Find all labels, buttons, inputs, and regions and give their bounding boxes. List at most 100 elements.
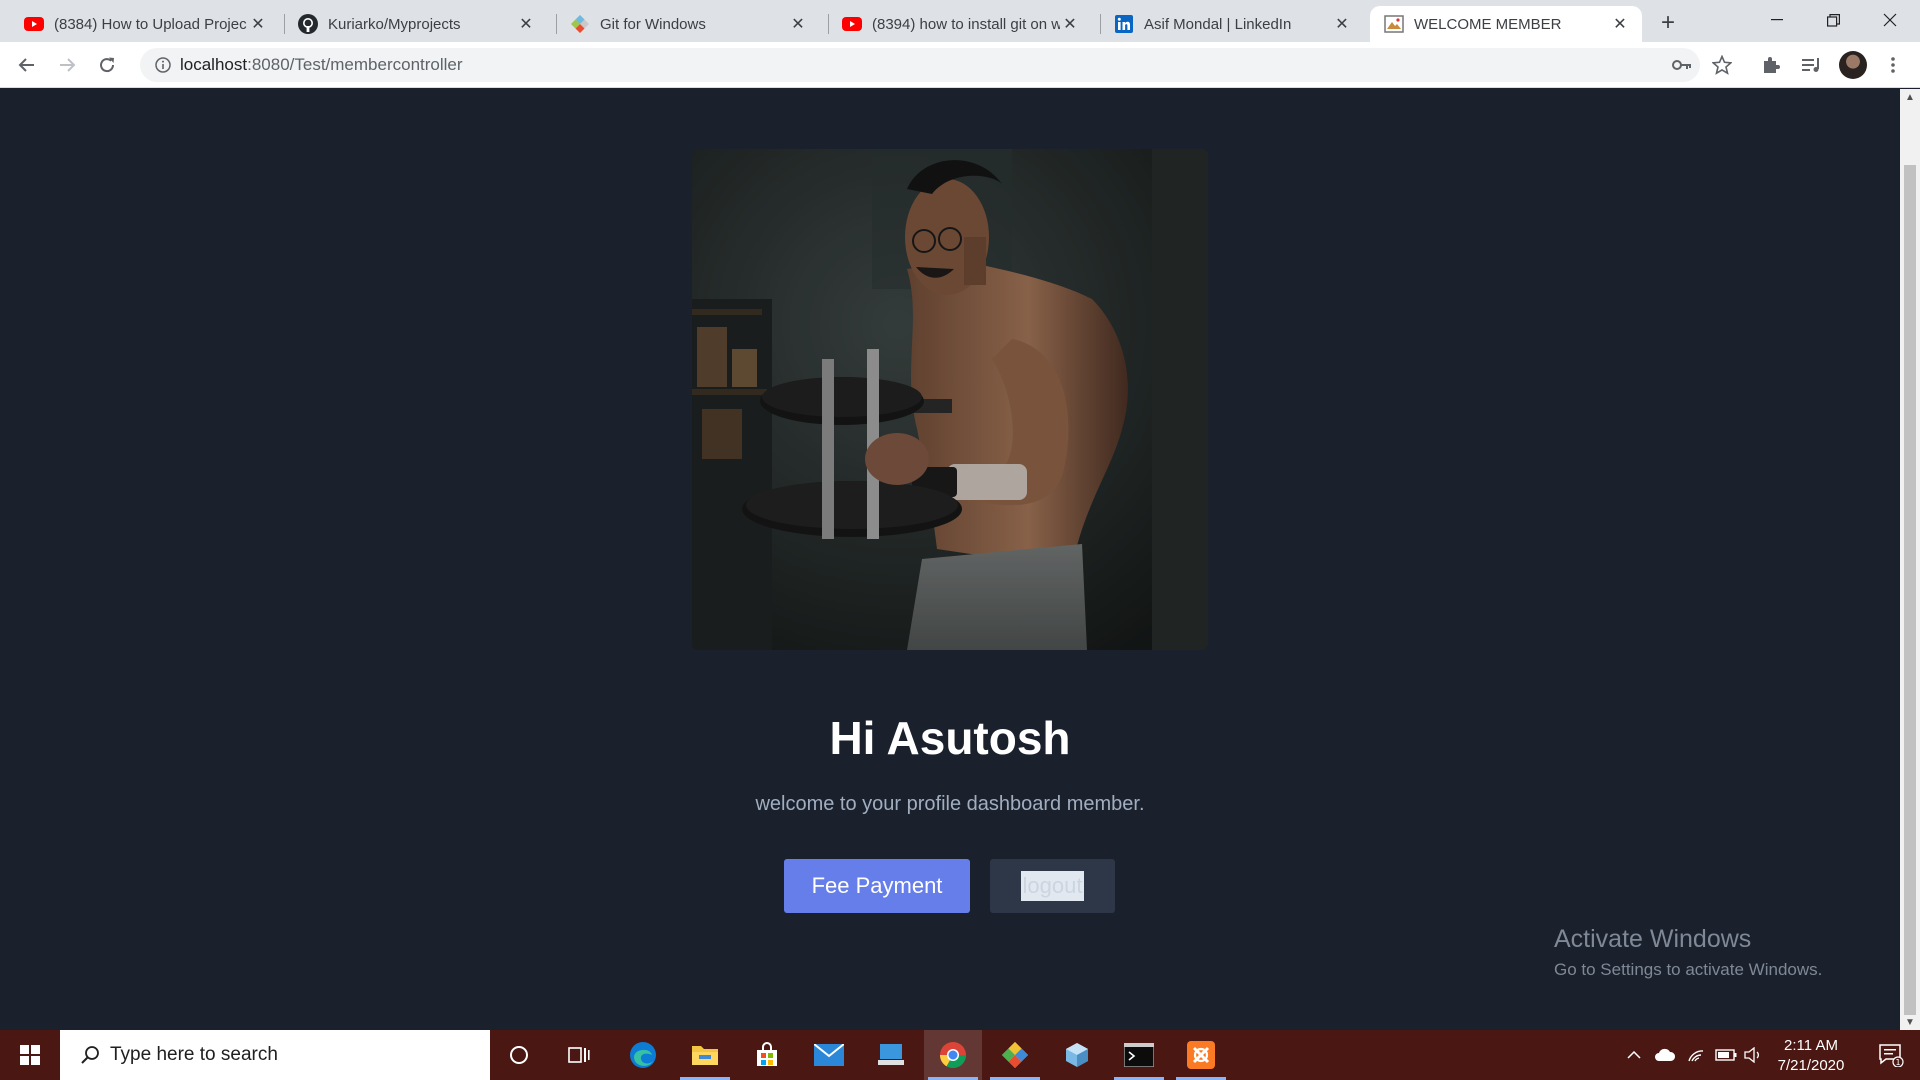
extensions-button[interactable] (1754, 48, 1788, 82)
fee-payment-button[interactable]: Fee Payment (784, 859, 970, 913)
close-tab-icon[interactable]: ✕ (248, 14, 268, 34)
start-button[interactable] (0, 1030, 60, 1080)
tab-welcome-member[interactable]: WELCOME MEMBER ✕ (1370, 6, 1642, 42)
volume-button[interactable] (1740, 1030, 1766, 1080)
cube-icon (1066, 1043, 1088, 1067)
taskbar-search-box[interactable]: Type here to search (60, 1030, 490, 1080)
battery-button[interactable] (1712, 1030, 1740, 1080)
profile-button[interactable] (1836, 48, 1870, 82)
forward-button[interactable] (50, 48, 84, 82)
watermark-title: Activate Windows (1554, 925, 1752, 953)
search-placeholder: Type here to search (110, 1044, 278, 1065)
clock-time: 2:11 AM (1784, 1037, 1838, 1054)
minimize-button[interactable] (1749, 0, 1805, 40)
github-icon (298, 14, 318, 34)
bookmark-star-button[interactable] (1705, 48, 1739, 82)
logout-label: logout (1020, 871, 1085, 901)
puzzle-icon (1764, 57, 1780, 73)
youtube-icon (842, 14, 862, 34)
tab-youtube-install-git[interactable]: (8394) how to install git on w ✕ (818, 6, 1092, 42)
close-tab-icon[interactable]: ✕ (516, 14, 536, 34)
youtube-icon (24, 14, 44, 34)
terminal-icon (1124, 1043, 1154, 1067)
page-icon (1384, 14, 1404, 34)
wifi-icon (1688, 1050, 1704, 1062)
close-tab-icon[interactable]: ✕ (788, 14, 808, 34)
restore-button[interactable] (1805, 0, 1861, 40)
tab-git-for-windows[interactable]: Git for Windows ✕ (546, 6, 820, 42)
chrome-button[interactable] (924, 1030, 982, 1080)
scroll-down-arrow-icon[interactable]: ▼ (1900, 1014, 1920, 1030)
xampp-icon (1187, 1041, 1215, 1069)
playlist-icon (1802, 58, 1819, 72)
cloud-icon (1655, 1048, 1676, 1061)
browser-tab-strip: (8384) How to Upload Projec ✕ Kuriarko/M… (0, 0, 1920, 42)
tab-linkedin[interactable]: Asif Mondal | LinkedIn ✕ (1090, 6, 1364, 42)
chrome-icon (939, 1042, 967, 1069)
notification-icon: 1 (1879, 1044, 1904, 1067)
member-dashboard-page: Hi Asutosh welcome to your profile dashb… (0, 89, 1900, 1030)
tab-title: (8394) how to install git on w (872, 15, 1060, 33)
back-button[interactable] (10, 48, 44, 82)
onedrive-button[interactable] (1650, 1030, 1680, 1080)
kebab-menu-icon (1891, 57, 1895, 73)
notification-count: 1 (1895, 1058, 1900, 1067)
edge-icon (630, 1042, 656, 1068)
speaker-icon (1744, 1047, 1759, 1063)
reload-icon (100, 57, 115, 73)
battery-icon (1715, 1049, 1737, 1061)
windows-taskbar: Type here to search 2:11 AM 7/21/2020 1 (0, 1030, 1920, 1080)
new-tab-button[interactable]: + (1654, 9, 1682, 37)
tab-title: (8384) How to Upload Projec (54, 15, 247, 33)
avatar (1839, 51, 1867, 79)
network-button[interactable] (1682, 1030, 1710, 1080)
action-center-button[interactable]: 1 (1866, 1030, 1916, 1080)
watermark-subtitle: Go to Settings to activate Windows. (1554, 960, 1823, 979)
tab-title: Kuriarko/Myprojects (328, 15, 461, 33)
cortana-button[interactable] (490, 1030, 548, 1080)
close-window-button[interactable] (1862, 0, 1918, 40)
media-controls-button[interactable] (1795, 48, 1829, 82)
edge-browser-button[interactable] (614, 1030, 672, 1080)
windows-logo-icon (20, 1045, 40, 1065)
gym-workout-photo (692, 149, 1208, 650)
greeting-heading: Hi Asutosh (829, 712, 1071, 764)
git-gui-icon (1002, 1042, 1028, 1068)
star-icon (1712, 55, 1732, 75)
info-icon[interactable] (146, 57, 180, 73)
back-arrow-icon (18, 58, 34, 72)
remote-desktop-button[interactable] (862, 1030, 920, 1080)
monitor-icon (878, 1044, 904, 1065)
xampp-button[interactable] (1172, 1030, 1230, 1080)
close-tab-icon[interactable]: ✕ (1610, 14, 1630, 34)
password-key-button[interactable] (1665, 48, 1699, 82)
close-tab-icon[interactable]: ✕ (1060, 14, 1080, 34)
browser-menu-button[interactable] (1876, 48, 1910, 82)
welcome-subtitle: welcome to your profile dashboard member… (755, 793, 1145, 815)
key-icon (1672, 60, 1691, 70)
tab-youtube-upload[interactable]: (8384) How to Upload Projec ✕ (0, 6, 280, 42)
page-scrollbar[interactable]: ▲ ▼ (1900, 89, 1920, 1030)
task-view-button[interactable] (550, 1030, 608, 1080)
close-tab-icon[interactable]: ✕ (1332, 14, 1352, 34)
task-view-icon (568, 1047, 590, 1063)
forward-arrow-icon (60, 58, 76, 72)
scroll-up-arrow-icon[interactable]: ▲ (1900, 89, 1920, 105)
logout-button[interactable]: logout (990, 859, 1115, 913)
git-gui-button[interactable] (986, 1030, 1044, 1080)
profile-hero-photo (692, 149, 1208, 650)
url-host: localhost (180, 55, 248, 74)
virtualbox-button[interactable] (1048, 1030, 1106, 1080)
scroll-thumb[interactable] (1904, 165, 1916, 1015)
reload-button[interactable] (90, 48, 124, 82)
mail-button[interactable] (800, 1030, 858, 1080)
tab-title: Git for Windows (600, 15, 706, 33)
microsoft-store-button[interactable] (738, 1030, 796, 1080)
file-explorer-button[interactable] (676, 1030, 734, 1080)
system-clock[interactable]: 2:11 AM 7/21/2020 (1766, 1036, 1856, 1076)
address-bar[interactable]: localhost:8080/Test/membercontroller (140, 48, 1700, 82)
store-bag-icon (757, 1042, 777, 1066)
show-hidden-icons-button[interactable] (1622, 1030, 1646, 1080)
tab-github[interactable]: Kuriarko/Myprojects ✕ (274, 6, 548, 42)
terminal-button[interactable] (1110, 1030, 1168, 1080)
